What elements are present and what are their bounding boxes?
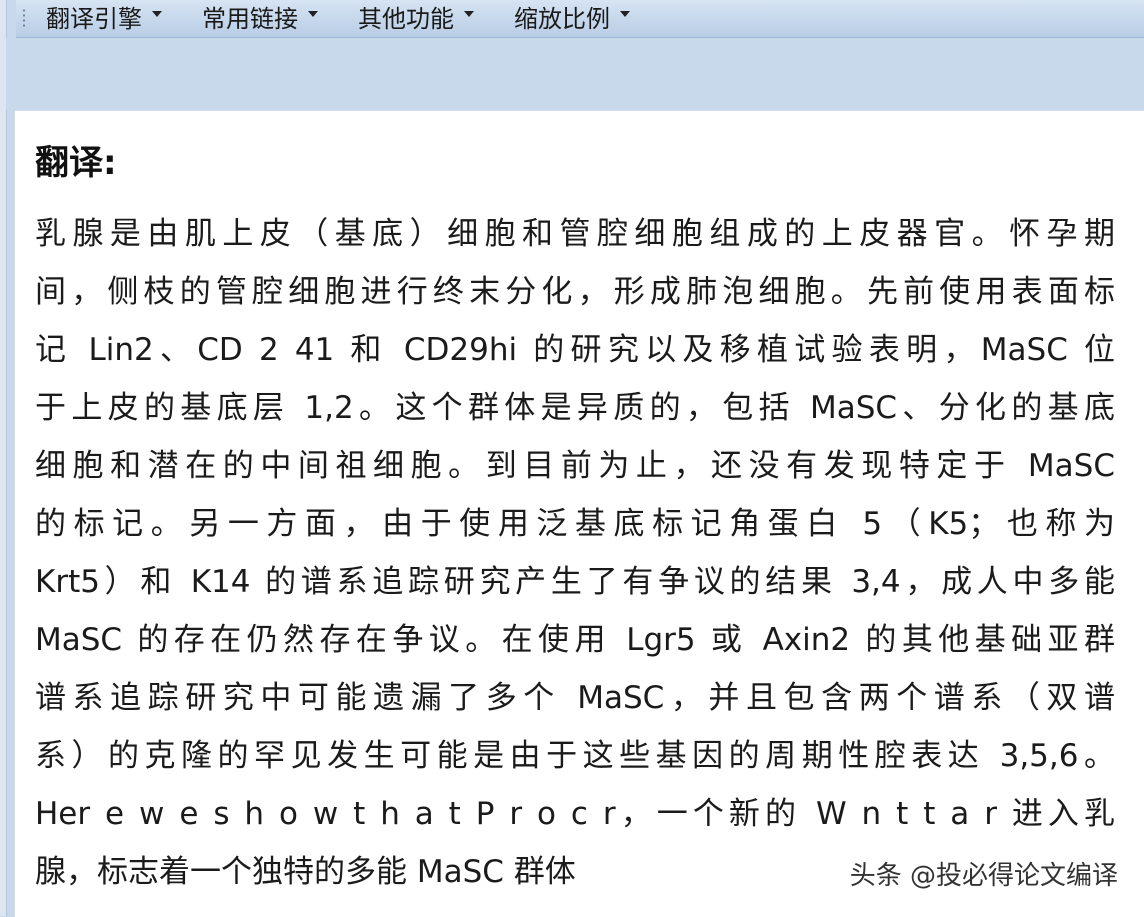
window-left-edge <box>0 0 7 916</box>
text-line: MaSC 的存在仍然存在争议。在使用 Lgr5 或 Axin2 的其他基础亚群 <box>35 622 1115 658</box>
watermark: 头条 @投必得论文编译 <box>849 861 1118 891</box>
text-line: Her e w e s h o w t h a t P r o c r，一个新的… <box>35 796 1115 832</box>
text-line: Krt5）和 K14 的谱系追踪研究产生了有争议的结果 3,4，成人中多能 <box>35 564 1115 600</box>
text-line: 谱系追踪研究中可能遗漏了多个 MaSC，并且包含两个谱系（双谱 <box>35 680 1115 716</box>
text-line: 记 Lin2、CD 2 41 和 CD29hi 的研究以及移植试验表明，MaSC… <box>35 332 1115 368</box>
dropdown-arrow-icon <box>620 11 630 17</box>
menu-translate-engine[interactable]: 翻译引擎 <box>46 4 162 34</box>
text-line: 的标记。另一方面，由于使用泛基底标记角蛋白 5（K5；也称为 <box>35 506 1115 542</box>
toolbar-spacer <box>6 38 1144 110</box>
menu-translate-engine-label: 翻译引擎 <box>46 5 142 33</box>
translation-text[interactable]: 乳腺是由肌上皮（基底）细胞和管腔细胞组成的上皮器官。怀孕期 间，侧枝的管腔细胞进… <box>35 205 1115 901</box>
dropdown-arrow-icon <box>152 11 162 17</box>
text-line: 细胞和潜在的中间祖细胞。到目前为止，还没有发现特定于 MaSC <box>35 448 1115 484</box>
menu-zoom-ratio-label: 缩放比例 <box>514 5 610 33</box>
menu-other-functions[interactable]: 其他功能 <box>358 4 474 34</box>
text-line: 系）的克隆的罕见发生可能是由于这些基因的周期性腔表达 3,5,6。 <box>35 738 1115 774</box>
toolbar-grip-icon[interactable] <box>22 8 26 28</box>
menu-common-links-label: 常用链接 <box>202 5 298 33</box>
menu-zoom-ratio[interactable]: 缩放比例 <box>514 4 630 34</box>
dropdown-arrow-icon <box>464 11 474 17</box>
menu-other-functions-label: 其他功能 <box>358 5 454 33</box>
menu-common-links[interactable]: 常用链接 <box>202 4 318 34</box>
text-line: 于上皮的基底层 1,2。这个群体是异质的，包括 MaSC、分化的基底 <box>35 390 1115 426</box>
translation-panel: 翻译: 乳腺是由肌上皮（基底）细胞和管腔细胞组成的上皮器官。怀孕期 间，侧枝的管… <box>14 110 1144 917</box>
dropdown-arrow-icon <box>308 11 318 17</box>
menu-bar: 翻译引擎 常用链接 其他功能 缩放比例 <box>16 0 1144 38</box>
translation-heading: 翻译: <box>35 143 117 183</box>
text-line: 间，侧枝的管腔细胞进行终末分化，形成肺泡细胞。先前使用表面标 <box>35 274 1115 310</box>
text-line: 乳腺是由肌上皮（基底）细胞和管腔细胞组成的上皮器官。怀孕期 <box>35 216 1115 252</box>
